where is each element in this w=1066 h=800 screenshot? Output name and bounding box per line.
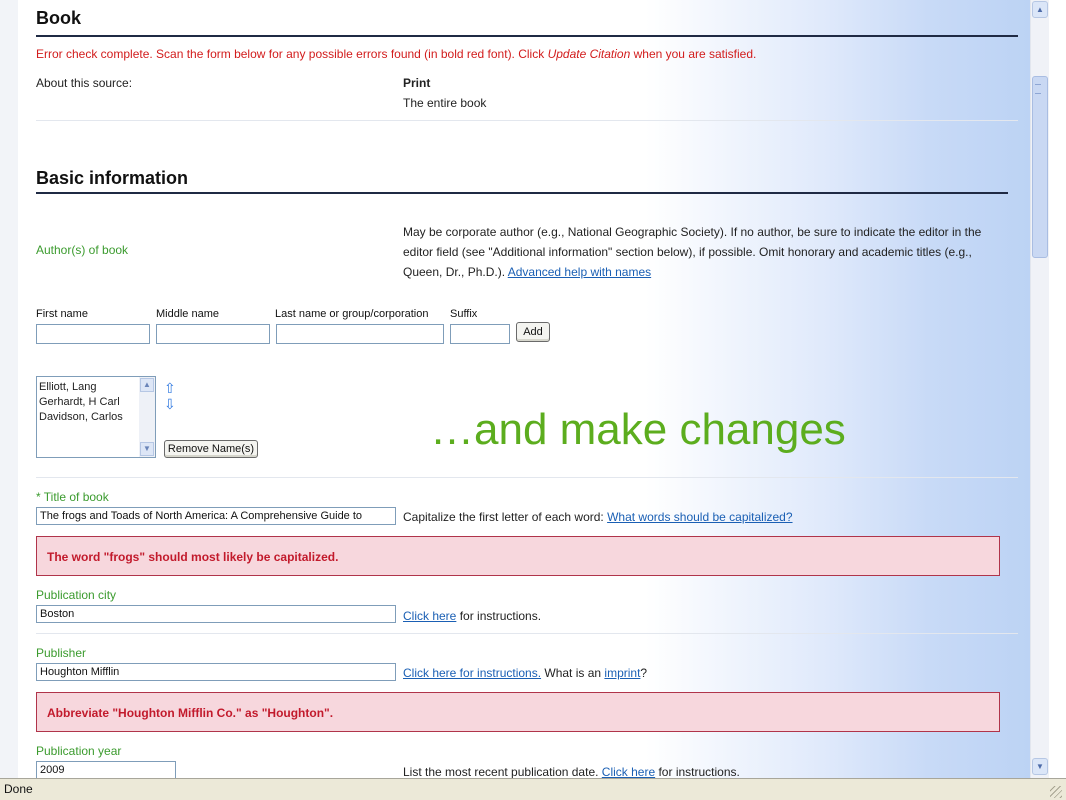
title-label-text: Title of book xyxy=(40,490,109,504)
year-help-prefix: List the most recent publication date. xyxy=(403,765,602,778)
first-name-label: First name xyxy=(36,308,88,320)
error-message-prefix: Error check complete. Scan the form belo… xyxy=(36,47,548,61)
source-scope: The entire book xyxy=(403,96,487,110)
publisher-label: Publisher xyxy=(36,646,87,660)
authors-help-text: May be corporate author (e.g., National … xyxy=(403,222,1003,282)
suffix-input[interactable] xyxy=(450,324,510,344)
publication-city-label: Publication city xyxy=(36,588,117,602)
title-capitalization-note: Capitalize the first letter of each word… xyxy=(403,510,793,524)
window-left-edge xyxy=(0,0,18,778)
error-message-suffix: when you are satisfied. xyxy=(630,47,757,61)
overlay-caption: …and make changes xyxy=(430,405,846,454)
publication-year-input[interactable] xyxy=(36,761,176,778)
title-note-text: Capitalize the first letter of each word… xyxy=(403,510,608,524)
scroll-down-icon[interactable]: ▼ xyxy=(140,442,154,456)
arrow-up-icon[interactable]: ⇧ xyxy=(164,381,176,395)
list-item[interactable]: Elliott, Lang xyxy=(39,380,153,395)
author-names-listbox[interactable]: Elliott, Lang Gerhardt, H Carl Davidson,… xyxy=(36,376,156,458)
list-item[interactable]: Gerhardt, H Carl xyxy=(39,395,153,410)
last-name-input[interactable] xyxy=(276,324,444,344)
year-instructions-link[interactable]: Click here xyxy=(602,765,655,778)
publisher-input[interactable] xyxy=(36,663,396,681)
publisher-help-mid: What is an xyxy=(541,666,605,680)
city-help-suffix: for instructions. xyxy=(456,609,542,623)
status-text: Done xyxy=(4,782,33,796)
window-right-edge xyxy=(1049,0,1066,778)
year-help-suffix: for instructions. xyxy=(655,765,740,778)
section-title-book: Book xyxy=(36,8,81,28)
list-item[interactable]: Davidson, Carlos xyxy=(39,410,153,425)
last-name-label: Last name or group/corporation xyxy=(275,308,429,320)
title-label: * Title of book xyxy=(36,490,109,504)
heading-rule xyxy=(36,35,1018,37)
divider xyxy=(36,633,1018,634)
page-vertical-scrollbar[interactable]: ▲ ▼ xyxy=(1030,0,1050,778)
update-citation-ref: Update Citation xyxy=(547,47,631,61)
about-source-label: About this source: xyxy=(36,76,133,90)
status-bar: Done xyxy=(0,778,1066,800)
listbox-scrollbar[interactable]: ▲ ▼ xyxy=(139,377,155,457)
page-viewport: Book Error check complete. Scan the form… xyxy=(18,0,1030,778)
source-medium: Print xyxy=(403,76,431,90)
section-title-basic-information: Basic information xyxy=(36,168,189,188)
arrow-down-icon[interactable]: ⇩ xyxy=(164,397,176,411)
suffix-label: Suffix xyxy=(450,308,478,320)
error-check-message: Error check complete. Scan the form belo… xyxy=(36,47,756,61)
title-input[interactable] xyxy=(36,507,396,525)
middle-name-label: Middle name xyxy=(156,308,219,320)
publication-city-input[interactable] xyxy=(36,605,396,623)
resize-grip-icon[interactable] xyxy=(1050,786,1062,798)
add-name-button[interactable]: Add xyxy=(516,322,550,342)
title-error-box: The word "frogs" should most likely be c… xyxy=(36,536,1000,576)
first-name-input[interactable] xyxy=(36,324,150,344)
middle-name-input[interactable] xyxy=(156,324,270,344)
scrollbar-grip xyxy=(1035,84,1041,94)
authors-help-body: May be corporate author (e.g., National … xyxy=(403,225,982,279)
authors-label: Author(s) of book xyxy=(36,243,129,257)
scroll-up-icon[interactable]: ▲ xyxy=(1032,1,1048,18)
city-help: Click here for instructions. xyxy=(403,609,541,623)
publisher-help: Click here for instructions. What is an … xyxy=(403,666,647,680)
remove-names-button[interactable]: Remove Name(s) xyxy=(164,440,258,458)
advanced-help-names-link[interactable]: Advanced help with names xyxy=(508,265,651,279)
divider xyxy=(36,120,1018,121)
publication-year-label: Publication year xyxy=(36,744,122,758)
scroll-down-icon[interactable]: ▼ xyxy=(1032,758,1048,775)
year-help: List the most recent publication date. C… xyxy=(403,765,740,778)
imprint-link[interactable]: imprint xyxy=(604,666,640,680)
scrollbar-thumb[interactable] xyxy=(1032,76,1048,258)
scroll-up-icon[interactable]: ▲ xyxy=(140,378,154,392)
heading-rule xyxy=(36,192,1008,194)
divider xyxy=(36,477,1018,478)
publisher-instructions-link[interactable]: Click here for instructions. xyxy=(403,666,541,680)
capitalization-help-link[interactable]: What words should be capitalized? xyxy=(607,510,792,524)
publisher-help-end: ? xyxy=(640,666,648,680)
publisher-error-box: Abbreviate "Houghton Mifflin Co." as "Ho… xyxy=(36,692,1000,732)
city-instructions-link[interactable]: Click here xyxy=(403,609,456,623)
